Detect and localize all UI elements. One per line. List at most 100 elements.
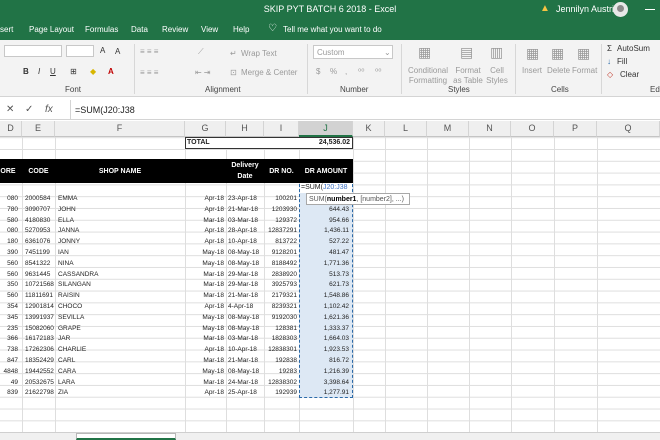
comma-button[interactable]: , (345, 67, 347, 76)
shop-name-cell[interactable]: RAISIN (58, 292, 178, 299)
tab-formulas[interactable]: Formulas (85, 25, 118, 34)
lightbulb-icon[interactable]: ♡ (268, 23, 277, 34)
shop-name-cell[interactable]: IAN (58, 249, 178, 256)
header-dr-no[interactable]: DR NO. (264, 168, 299, 175)
dr-no-cell[interactable]: 9192030 (264, 314, 297, 321)
dr-no-cell[interactable]: 1203930 (264, 206, 297, 213)
code-cell[interactable]: 18352429 (25, 357, 55, 364)
cell-styles-button[interactable]: Cell Styles (484, 66, 510, 86)
column-header-p[interactable]: P (554, 121, 597, 137)
column-header-e[interactable]: E (22, 121, 55, 137)
header-store[interactable]: ORE (0, 168, 16, 175)
store-cell[interactable]: 738 (0, 346, 18, 353)
shop-name-cell[interactable]: CARA (58, 368, 178, 375)
fill-icon[interactable]: ↓ (607, 57, 611, 66)
dr-no-cell[interactable]: 192838 (264, 357, 297, 364)
avatar[interactable] (613, 2, 628, 17)
warning-icon[interactable]: ▲ (540, 3, 550, 14)
shop-name-cell[interactable]: CHOCO (58, 303, 178, 310)
orientation-icon[interactable]: ⟋ (198, 47, 204, 57)
delivery-date-cell[interactable]: 21-Mar-18 (228, 357, 262, 364)
tab-help[interactable]: Help (233, 25, 249, 34)
month-cell[interactable]: Mar-18 (186, 379, 224, 386)
code-cell[interactable]: 10721568 (25, 281, 55, 288)
column-header-n[interactable]: N (469, 121, 511, 137)
decrease-font-icon[interactable]: A (115, 47, 120, 56)
store-cell[interactable]: 354 (0, 303, 18, 310)
align-left-icon[interactable]: ≡ ≡ ≡ (140, 68, 158, 77)
autosum-button[interactable]: AutoSum (617, 44, 650, 53)
dr-no-cell[interactable]: 2838920 (264, 271, 297, 278)
dr-amount-cell[interactable]: 621.73 (300, 281, 349, 288)
currency-button[interactable]: $ (316, 67, 320, 76)
tab-insert[interactable]: sert (0, 25, 13, 34)
total-label[interactable]: TOTAL (187, 139, 210, 146)
clear-icon[interactable]: ◇ (607, 70, 613, 79)
store-cell[interactable]: 49 (0, 379, 18, 386)
delivery-date-cell[interactable]: 08-May-18 (228, 260, 262, 267)
dr-no-cell[interactable]: 12838301 (264, 346, 297, 353)
increase-font-icon[interactable]: A (100, 46, 105, 55)
dr-amount-cell[interactable]: 1,102.42 (300, 303, 349, 310)
dr-amount-cell[interactable]: 954.66 (300, 217, 349, 224)
code-cell[interactable]: 3090707 (25, 206, 55, 213)
delivery-date-cell[interactable]: 29-Mar-18 (228, 271, 262, 278)
delivery-date-cell[interactable]: 28-Apr-18 (228, 227, 262, 234)
month-cell[interactable]: May-18 (186, 249, 224, 256)
month-cell[interactable]: Apr-18 (186, 303, 224, 310)
percent-button[interactable]: % (330, 67, 337, 76)
store-cell[interactable]: 780 (0, 206, 18, 213)
shop-name-cell[interactable]: EMMA (58, 195, 178, 202)
delivery-date-cell[interactable]: 21-Mar-18 (228, 206, 262, 213)
store-cell[interactable]: 560 (0, 271, 18, 278)
dr-no-cell[interactable]: 12837291 (264, 227, 297, 234)
month-cell[interactable]: May-18 (186, 325, 224, 332)
header-dr-amount[interactable]: DR AMOUNT (299, 168, 353, 175)
delivery-date-cell[interactable]: 24-Mar-18 (228, 379, 262, 386)
conditional-formatting-icon[interactable]: ▦ (418, 44, 431, 61)
delivery-date-cell[interactable]: 10-Apr-18 (228, 346, 262, 353)
sheet-tab-active[interactable] (76, 433, 176, 440)
store-cell[interactable]: 366 (0, 335, 18, 342)
delivery-date-cell[interactable]: 10-Apr-18 (228, 238, 262, 245)
dr-amount-cell[interactable]: 481.47 (300, 249, 349, 256)
delete-cells-icon[interactable]: ▦ (551, 45, 564, 62)
code-cell[interactable]: 19442552 (25, 368, 55, 375)
code-cell[interactable]: 11811691 (25, 292, 55, 299)
store-cell[interactable]: 350 (0, 281, 18, 288)
column-header-j[interactable]: J (299, 121, 353, 137)
merge-center-button[interactable]: Merge & Center (241, 68, 297, 77)
active-cell-editor[interactable]: =SUM(J20:J38 (300, 183, 352, 193)
align-top-icon[interactable]: ≡ ≡ ≡ (140, 47, 158, 56)
tab-review[interactable]: Review (162, 25, 188, 34)
user-name[interactable]: Jennilyn Austria (556, 4, 619, 14)
month-cell[interactable]: May-18 (186, 260, 224, 267)
code-cell[interactable]: 16172183 (25, 335, 55, 342)
insert-cells-icon[interactable]: ▦ (526, 45, 539, 62)
formula-input[interactable]: =SUM(J20:J38 (70, 100, 660, 120)
store-cell[interactable]: 390 (0, 249, 18, 256)
autosum-icon[interactable]: Σ (607, 44, 612, 53)
dr-amount-cell[interactable]: 3,398.64 (300, 379, 349, 386)
format-as-table-button[interactable]: Format as Table (453, 66, 483, 86)
format-button[interactable]: Format (572, 66, 597, 75)
code-cell[interactable]: 21622798 (25, 389, 55, 396)
total-value[interactable]: 24,536.02 (300, 139, 350, 146)
store-cell[interactable]: 235 (0, 325, 18, 332)
dr-no-cell[interactable]: 3925793 (264, 281, 297, 288)
merge-icon[interactable]: ⊡ (230, 68, 237, 77)
underline-icon[interactable]: U (50, 67, 56, 76)
month-cell[interactable]: Mar-18 (186, 357, 224, 364)
dr-amount-cell[interactable]: 527.22 (300, 238, 349, 245)
shop-name-cell[interactable]: JAR (58, 335, 178, 342)
code-cell[interactable]: 7451199 (25, 249, 55, 256)
store-cell[interactable]: 345 (0, 314, 18, 321)
delivery-date-cell[interactable]: 08-May-18 (228, 249, 262, 256)
indent-icon[interactable]: ⇤ ⇥ (195, 68, 211, 77)
tab-page-layout[interactable]: Page Layout (29, 25, 74, 34)
delivery-date-cell[interactable]: 4-Apr-18 (228, 303, 262, 310)
font-size-box[interactable] (66, 45, 94, 57)
dr-amount-cell[interactable]: 1,923.53 (300, 346, 349, 353)
font-color-icon[interactable]: A (108, 67, 114, 76)
dr-no-cell[interactable]: 9128201 (264, 249, 297, 256)
